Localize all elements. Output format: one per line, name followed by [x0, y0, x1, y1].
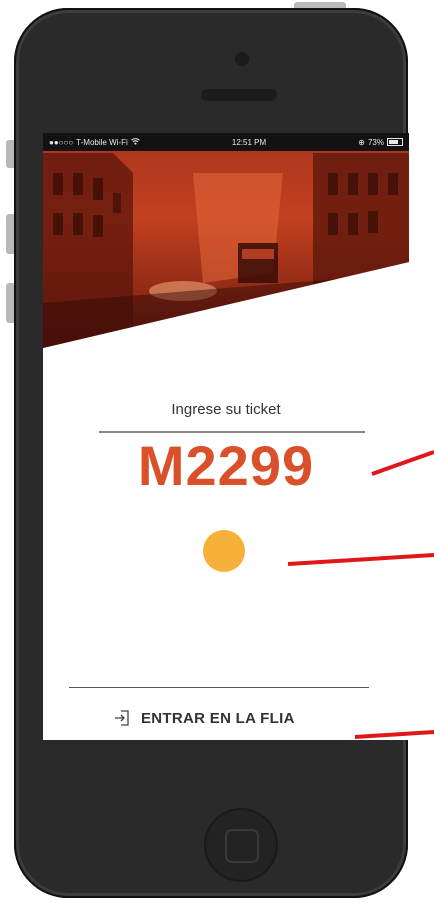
battery-percent: 73%: [367, 137, 384, 147]
status-bar: ●●○○○ T-Mobile Wi-Fi 12:51 PM ⊕ 73%: [43, 133, 409, 151]
orientation-lock-icon: ⊕: [358, 137, 365, 147]
signal-dots: ●●○○○: [49, 137, 74, 147]
annotation-line-enter: [354, 730, 434, 739]
clock-time: 12:51 PM: [231, 137, 267, 147]
carrier-label: T-Mobile Wi-Fi: [76, 137, 128, 147]
wifi-icon: [130, 137, 140, 147]
annotation-line-ticket: [371, 450, 434, 476]
battery-icon: [386, 138, 403, 146]
annotation-line-dot: [287, 553, 434, 566]
